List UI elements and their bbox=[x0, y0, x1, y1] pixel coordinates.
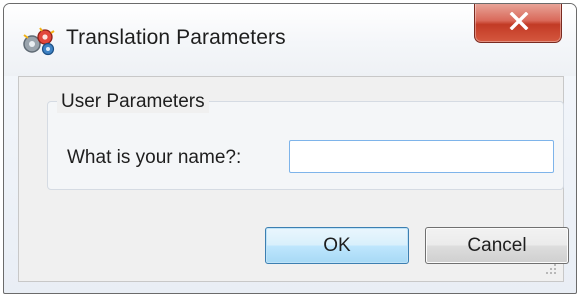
resize-grip-icon[interactable] bbox=[543, 261, 557, 275]
ok-button[interactable]: OK bbox=[265, 227, 409, 264]
group-title: User Parameters bbox=[57, 91, 209, 113]
close-button[interactable] bbox=[474, 4, 562, 43]
cancel-button[interactable]: Cancel bbox=[425, 227, 569, 264]
ok-button-label: OK bbox=[323, 234, 351, 256]
window-title: Translation Parameters bbox=[66, 26, 286, 49]
translation-gears-icon bbox=[23, 27, 55, 56]
name-input[interactable] bbox=[289, 140, 554, 173]
cancel-button-label: Cancel bbox=[467, 234, 527, 256]
close-x-icon bbox=[509, 12, 529, 30]
dialog-content: User Parameters What is your name?: OK C… bbox=[18, 76, 569, 282]
title-bar[interactable]: Translation Parameters bbox=[4, 4, 576, 76]
name-field-label: What is your name?: bbox=[67, 147, 242, 168]
dialog-window: Translation Parameters User Parameters W… bbox=[3, 3, 577, 294]
